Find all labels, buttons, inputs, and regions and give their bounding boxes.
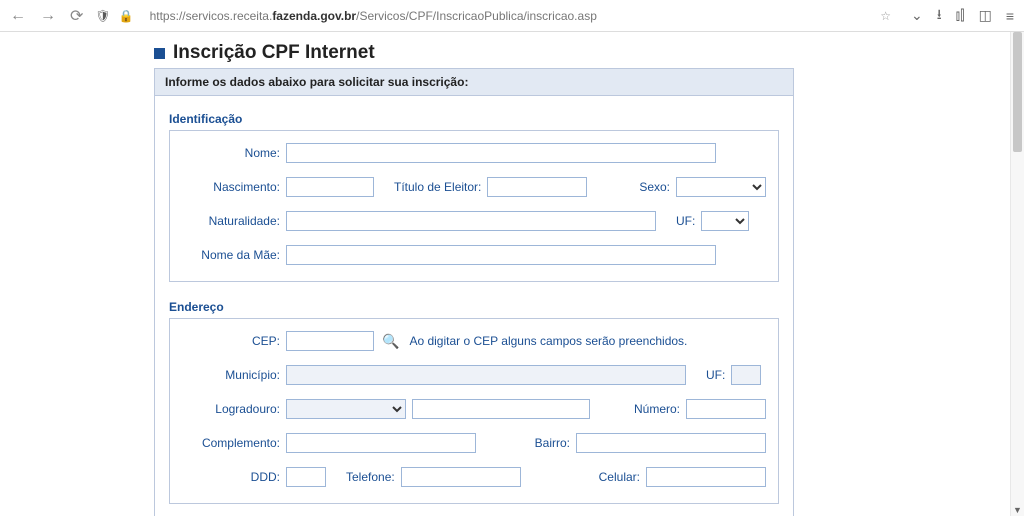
celular-input[interactable]: [646, 467, 766, 487]
cep-input[interactable]: [286, 331, 374, 351]
page-title: Inscrição CPF Internet: [173, 42, 375, 64]
shield-icon[interactable]: 🛡: [95, 9, 110, 23]
logradouro-input[interactable]: [412, 399, 590, 419]
form-panel: Informe os dados abaixo para solicitar s…: [154, 68, 794, 516]
cep-label: CEP:: [182, 334, 280, 348]
logradouro-tipo-select[interactable]: [286, 399, 406, 419]
endereco-legend: Endereço: [169, 300, 779, 314]
numero-input[interactable]: [686, 399, 766, 419]
pocket-icon[interactable]: ⌄: [911, 7, 923, 24]
browser-toolbar: ← → ⟳ 🛡 🔒 https://servicos.receita.fazen…: [0, 0, 1024, 32]
cep-hint: Ao digitar o CEP alguns campos serão pre…: [409, 334, 687, 348]
logradouro-label: Logradouro:: [182, 402, 280, 416]
telefone-input[interactable]: [401, 467, 521, 487]
bookmark-star-icon[interactable]: ☆: [880, 9, 891, 23]
reload-icon[interactable]: ⟳: [70, 6, 83, 26]
search-icon[interactable]: 🔍: [382, 333, 399, 350]
download-icon[interactable]: ⭳: [937, 4, 942, 28]
uf2-label: UF:: [692, 368, 725, 382]
scrollbar-thumb[interactable]: [1013, 32, 1022, 152]
ident-fieldset: Nome: Nascimento: Título de Eleitor: Sex…: [169, 130, 779, 282]
back-icon[interactable]: ←: [10, 7, 26, 25]
library-icon[interactable]: ⫾⫿: [956, 7, 965, 24]
nascimento-input[interactable]: [286, 177, 374, 197]
sidebar-icon[interactable]: ◫: [979, 7, 992, 24]
municipio-label: Município:: [182, 368, 280, 382]
titulo-input[interactable]: [487, 177, 587, 197]
complemento-label: Complemento:: [182, 436, 280, 450]
mae-input[interactable]: [286, 245, 716, 265]
url-bar[interactable]: https://servicos.receita.fazenda.gov.br/…: [142, 6, 899, 26]
bairro-input[interactable]: [576, 433, 766, 453]
nome-input[interactable]: [286, 143, 716, 163]
celular-label: Celular:: [527, 470, 640, 484]
complemento-input[interactable]: [286, 433, 476, 453]
title-square-icon: [154, 48, 165, 59]
ident-legend: Identificação: [169, 112, 779, 126]
naturalidade-input[interactable]: [286, 211, 656, 231]
panel-header: Informe os dados abaixo para solicitar s…: [155, 69, 793, 96]
municipio-input: [286, 365, 686, 385]
mae-label: Nome da Mãe:: [182, 248, 280, 262]
uf-label: UF:: [662, 214, 695, 228]
vertical-scrollbar[interactable]: ▲ ▼: [1010, 32, 1024, 516]
ddd-label: DDD:: [182, 470, 280, 484]
menu-icon[interactable]: ≡: [1006, 8, 1014, 24]
uf2-input: [731, 365, 761, 385]
titulo-label: Título de Eleitor:: [380, 180, 481, 194]
nome-label: Nome:: [182, 146, 280, 160]
page-title-row: Inscrição CPF Internet: [154, 42, 1000, 64]
telefone-label: Telefone:: [332, 470, 395, 484]
nascimento-label: Nascimento:: [182, 180, 280, 194]
endereco-fieldset: CEP: 🔍 Ao digitar o CEP alguns campos se…: [169, 318, 779, 504]
naturalidade-label: Naturalidade:: [182, 214, 280, 228]
ddd-input[interactable]: [286, 467, 326, 487]
sexo-label: Sexo:: [593, 180, 670, 194]
bairro-label: Bairro:: [482, 436, 570, 450]
numero-label: Número:: [596, 402, 680, 416]
uf-select[interactable]: [701, 211, 749, 231]
forward-icon[interactable]: →: [40, 7, 56, 25]
sexo-select[interactable]: [676, 177, 766, 197]
scroll-down-icon[interactable]: ▼: [1011, 505, 1024, 515]
lock-icon: 🔒: [119, 9, 134, 23]
